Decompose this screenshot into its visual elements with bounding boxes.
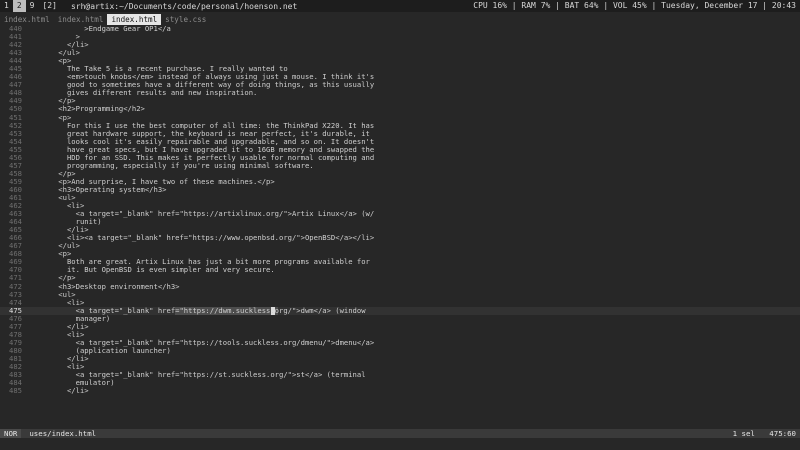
workspace-layout[interactable]: [2] (38, 0, 60, 12)
line-number: 485 (9, 386, 22, 396)
cpu-status: CPU 16% (473, 1, 507, 10)
wm-top-bar: 1 2 9 [2] srh@artix:~/Documents/code/per… (0, 0, 800, 12)
code-line[interactable]: 448 gives different results and new insp… (0, 89, 800, 97)
editor-status-line: NOR uses/index.html 1 sel 475:60 (0, 429, 800, 438)
code-line[interactable]: 473 <ul> (0, 290, 800, 299)
line-text: it. But OpenBSD is even simpler and very… (41, 265, 275, 275)
tab-index-html-1[interactable]: index.html (0, 14, 54, 25)
tab-index-html-2[interactable]: index.html (54, 14, 108, 25)
battery-status: BAT 64% (564, 1, 599, 10)
workspace-1[interactable]: 1 (0, 0, 13, 12)
code-line[interactable]: 480 (application launcher) (0, 346, 800, 355)
code-line[interactable]: 460 <h3>Operating system</h3> (0, 185, 800, 194)
code-line[interactable]: 464 runit) (0, 218, 800, 226)
mode-indicator: NOR (0, 429, 22, 438)
code-line[interactable]: 442 </li> (0, 41, 800, 49)
code-line[interactable]: 440 >Endgame Gear OP1</a (0, 25, 800, 33)
line-text: <li><a target="_blank" href="https://www… (41, 233, 375, 243)
code-line[interactable]: 466 <li><a target="_blank" href="https:/… (0, 234, 800, 242)
time-status: 20:43 (771, 1, 796, 10)
date-status: Tuesday, December 17 (661, 1, 758, 10)
workspace-2[interactable]: 2 (12, 0, 26, 12)
code-line[interactable]: 461 <ul> (0, 193, 800, 202)
code-line[interactable]: 467 </ul> (0, 242, 800, 250)
editor-tab-bar: index.html index.html index.html style.c… (0, 14, 800, 25)
code-line[interactable]: 443 </ul> (0, 49, 800, 57)
code-line[interactable]: 484 emulator) (0, 379, 800, 387)
code-line[interactable]: 483 <a target="_blank" href="https://st.… (0, 370, 800, 379)
code-line[interactable]: 463 <a target="_blank" href="https://art… (0, 210, 800, 218)
cursor-info: 1 sel 475:60 (723, 429, 796, 438)
window-title: srh@artix:~/Documents/code/personal/hoen… (70, 1, 298, 11)
code-line[interactable]: 477 </li> (0, 322, 800, 331)
code-line[interactable]: 475 <a target="_blank" href="https://dwm… (0, 306, 800, 315)
command-line[interactable] (0, 438, 800, 450)
tab-style-css[interactable]: style.css (161, 14, 210, 25)
line-text: </li> (41, 386, 89, 396)
code-line[interactable]: 485 </li> (0, 387, 800, 395)
code-line[interactable]: 457 programming, especially if you're us… (0, 160, 800, 170)
tab-index-html-active[interactable]: index.html (107, 14, 162, 25)
volume-status: VOL 45% (612, 1, 647, 10)
code-line[interactable]: 470 it. But OpenBSD is even simpler and … (0, 266, 800, 274)
system-status: CPU 16% | RAM 7% | BAT 64% | VOL 45% | T… (473, 1, 796, 10)
cursor-position: 475:60 (769, 429, 796, 438)
code-line[interactable]: 476 manager) (0, 314, 800, 323)
line-text: programming, especially if you're using … (41, 160, 314, 170)
workspace-9[interactable]: 9 (26, 0, 39, 12)
code-line[interactable]: 472 <h3>Desktop environment</h3> (0, 282, 800, 291)
selection-count: 1 sel (732, 429, 755, 438)
code-line[interactable]: 450 <h2>Programming</h2> (0, 105, 800, 113)
ram-status: RAM 7% (521, 1, 551, 10)
code-line[interactable]: 441 > (0, 32, 800, 41)
code-editor[interactable]: 440 >Endgame Gear OP1</a 441 >442 </li> 44… (0, 25, 800, 429)
file-path: uses/index.html (29, 429, 97, 438)
code-line[interactable]: 481 </li> (0, 354, 800, 363)
